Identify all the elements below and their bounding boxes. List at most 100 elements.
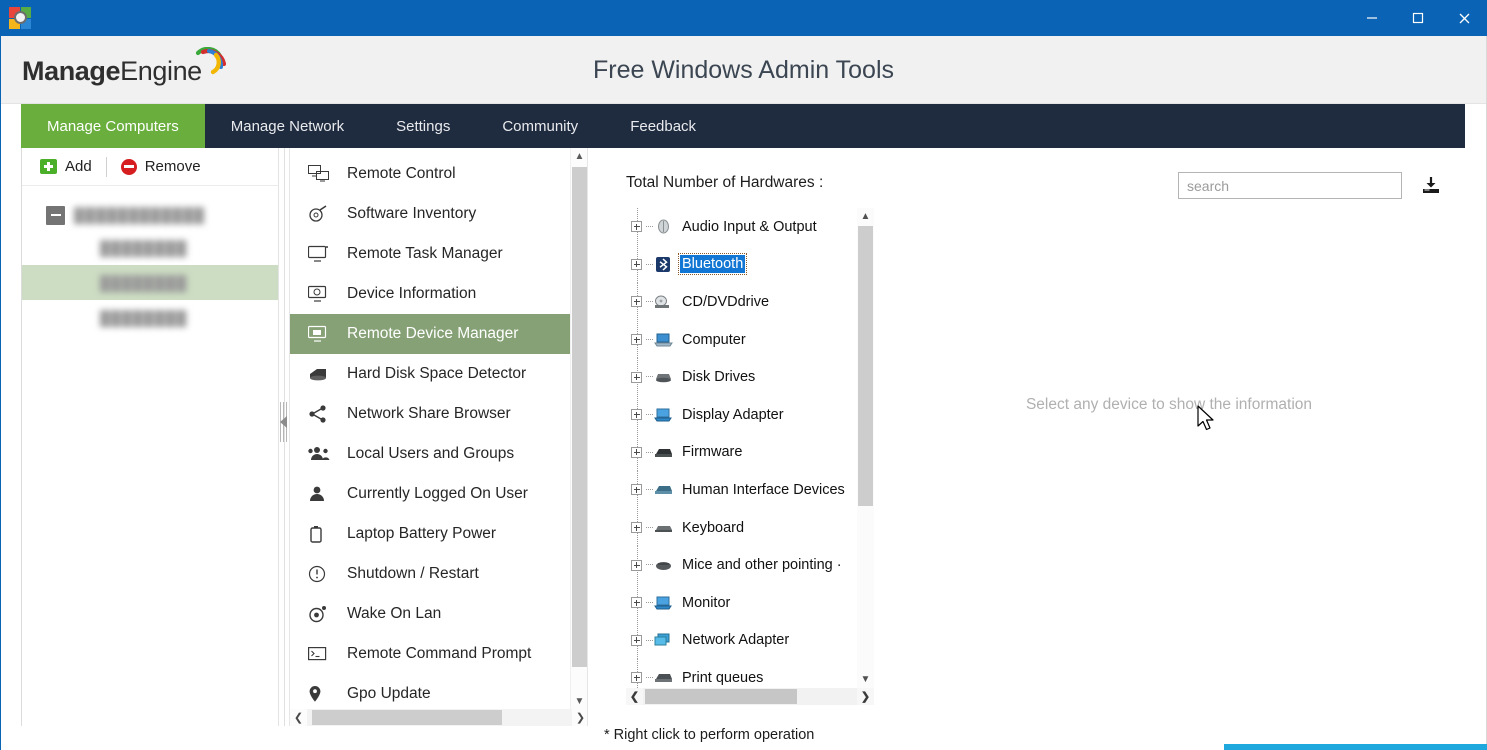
computer-list-item-selected[interactable]: ████████: [22, 265, 278, 300]
expand-toggle-icon[interactable]: [631, 597, 642, 609]
computer-name-redacted: ████████: [100, 239, 188, 256]
remove-button-label: Remove: [144, 158, 201, 175]
tree-hscroll-trough[interactable]: [643, 688, 857, 705]
application-window: Free Windows Admin Tools Manage Engine M…: [0, 0, 1487, 750]
device-label: Display Adapter: [682, 406, 784, 423]
scrollbar-thumb[interactable]: [572, 167, 587, 667]
splitter-collapse-arrow-icon[interactable]: [280, 416, 287, 428]
computer-list-item[interactable]: ████████: [22, 230, 278, 265]
device-tree-item-monitor[interactable]: Monitor: [626, 583, 857, 622]
expand-toggle-icon[interactable]: [631, 484, 642, 496]
tools-menu-vertical-scrollbar[interactable]: ▲ ▼: [570, 148, 587, 710]
menu-item-network-share-browser[interactable]: Network Share Browser: [290, 394, 587, 434]
expand-toggle-icon[interactable]: [631, 446, 642, 458]
share-icon: [308, 404, 334, 424]
menu-item-remote-command-prompt[interactable]: Remote Command Prompt: [290, 634, 587, 674]
tree-hscrollbar-thumb[interactable]: [645, 689, 797, 704]
network-adapter-icon: [653, 631, 673, 649]
device-tree-vertical-scrollbar[interactable]: ▲ ▼: [857, 208, 874, 688]
scroll-right-icon[interactable]: ❯: [572, 709, 587, 726]
computer-name-redacted: ████████: [100, 274, 188, 291]
remove-button[interactable]: Remove: [113, 158, 209, 175]
device-tree-item-disk-drives[interactable]: Disk Drives: [626, 358, 857, 396]
menu-item-local-users-and-groups[interactable]: Local Users and Groups: [290, 434, 587, 474]
menu-item-label: Software Inventory: [347, 205, 477, 222]
device-tree-item-print-queues[interactable]: Print queues: [626, 659, 857, 688]
search-input[interactable]: [1178, 172, 1402, 199]
tree-scroll-down-icon[interactable]: ▼: [857, 671, 874, 688]
menu-item-currently-logged-on-user[interactable]: Currently Logged On User: [290, 474, 587, 514]
add-button[interactable]: Add: [32, 158, 100, 175]
monitor-device-icon: [653, 594, 673, 612]
device-tree-item-bluetooth[interactable]: Bluetooth: [626, 245, 857, 284]
expand-toggle-icon[interactable]: [631, 334, 642, 346]
device-tree-item-firmware[interactable]: Firmware: [626, 433, 857, 472]
device-manager-icon: [308, 324, 334, 344]
expand-toggle-icon[interactable]: [631, 672, 642, 684]
maximize-icon[interactable]: [1395, 0, 1441, 36]
expand-toggle-icon[interactable]: [631, 371, 642, 383]
tools-menu-horizontal-scrollbar[interactable]: ❮ ❯: [290, 709, 587, 726]
close-icon[interactable]: [1441, 0, 1487, 36]
right-click-hint: * Right click to perform operation: [604, 727, 815, 743]
menu-item-label: Currently Logged On User: [347, 485, 528, 502]
computers-panel: Add Remove ████████████ ████████ ███████…: [22, 148, 279, 726]
device-tree-item-display-adapter[interactable]: Display Adapter: [626, 395, 857, 434]
expand-toggle-icon[interactable]: [631, 221, 642, 233]
tab-manage-network[interactable]: Manage Network: [205, 104, 370, 148]
expand-toggle-icon[interactable]: [631, 409, 642, 421]
device-tree-horizontal-scrollbar[interactable]: ❮ ❯: [626, 688, 874, 705]
scroll-up-icon[interactable]: ▲: [571, 148, 587, 165]
hscrollbar-thumb[interactable]: [312, 710, 502, 725]
tree-scroll-left-icon[interactable]: ❮: [626, 688, 643, 705]
menu-item-remote-control[interactable]: Remote Control: [290, 154, 587, 194]
device-tree-item-computer[interactable]: Computer: [626, 320, 857, 359]
device-tree-item-network-adapter[interactable]: Network Adapter: [626, 621, 857, 660]
expand-toggle-icon[interactable]: [631, 559, 642, 571]
expand-toggle-icon[interactable]: [631, 522, 642, 534]
computer-name-redacted: ████████: [100, 309, 188, 326]
tree-scrollbar-thumb[interactable]: [858, 226, 873, 506]
device-label: Bluetooth: [677, 253, 748, 276]
menu-item-shutdown-restart[interactable]: Shutdown / Restart: [290, 554, 587, 594]
add-computer-icon: [40, 159, 57, 174]
tab-feedback[interactable]: Feedback: [604, 104, 722, 148]
menu-item-hard-disk-space-detector[interactable]: Hard Disk Space Detector: [290, 354, 587, 394]
tree-scroll-right-icon[interactable]: ❯: [857, 688, 874, 705]
collapse-toggle-icon[interactable]: [46, 205, 65, 225]
hscroll-trough[interactable]: [307, 709, 572, 726]
window-left-edge: [0, 36, 1, 750]
device-tree-item-human-interface-devices[interactable]: Human Interface Devices: [626, 471, 857, 509]
tree-scroll-up-icon[interactable]: ▲: [857, 208, 874, 225]
computer-list-item[interactable]: ████████: [22, 300, 278, 335]
computers-tree-root[interactable]: ████████████: [22, 200, 278, 230]
expand-toggle-icon[interactable]: [631, 258, 642, 270]
menu-item-software-inventory[interactable]: Software Inventory: [290, 194, 587, 234]
device-tree-item-mice-and-other-pointing-devices[interactable]: Mice and other pointing ·: [626, 546, 857, 584]
device-tree-item-cd-dvd-drive[interactable]: CD/DVDdrive: [626, 283, 857, 321]
device-tree-item-audio-input-output[interactable]: Audio Input & Output: [626, 208, 857, 246]
menu-item-remote-device-manager[interactable]: Remote Device Manager: [290, 314, 587, 354]
firmware-icon: [653, 443, 673, 461]
scroll-down-icon[interactable]: ▼: [571, 693, 587, 710]
tab-manage-computers[interactable]: Manage Computers: [21, 104, 205, 148]
tab-community[interactable]: Community: [476, 104, 604, 148]
menu-item-laptop-battery-power[interactable]: Laptop Battery Power: [290, 514, 587, 554]
tab-settings[interactable]: Settings: [370, 104, 476, 148]
bottom-accent-strip: [1224, 744, 1487, 750]
logo-text-engine: Engine: [120, 55, 202, 86]
minimize-icon[interactable]: [1349, 0, 1395, 36]
expand-toggle-icon[interactable]: [631, 634, 642, 646]
menu-item-gpo-update[interactable]: Gpo Update: [290, 674, 587, 714]
menu-item-remote-task-manager[interactable]: Remote Task Manager: [290, 234, 587, 274]
panel-splitter[interactable]: [279, 148, 289, 726]
splitter-grip[interactable]: [279, 396, 289, 448]
menu-item-wake-on-lan[interactable]: Wake On Lan: [290, 594, 587, 634]
download-export-icon[interactable]: [1418, 172, 1444, 200]
device-tree-item-keyboard[interactable]: Keyboard: [626, 508, 857, 547]
monitor-icon: [308, 244, 334, 264]
scroll-left-icon[interactable]: ❮: [290, 709, 307, 726]
menu-item-label: Remote Command Prompt: [347, 645, 532, 662]
menu-item-device-information[interactable]: Device Information: [290, 274, 587, 314]
expand-toggle-icon[interactable]: [631, 296, 642, 308]
